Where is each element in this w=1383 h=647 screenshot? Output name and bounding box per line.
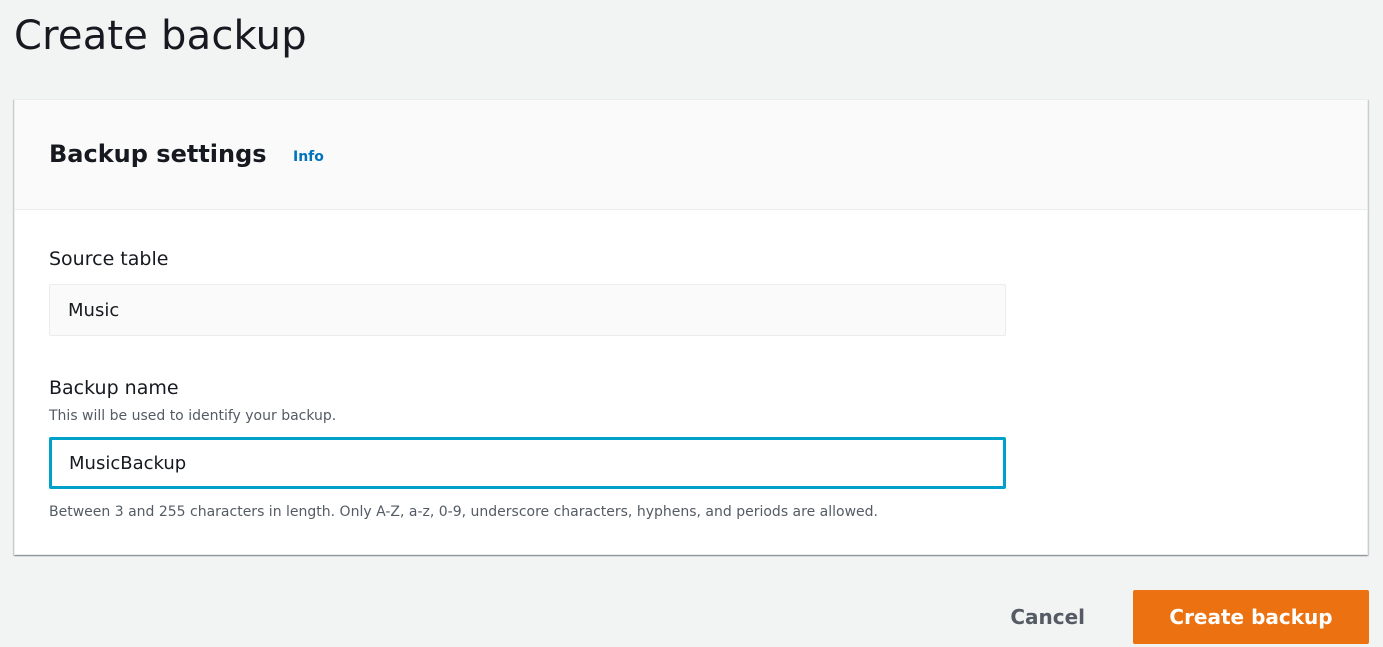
backup-settings-header: Backup settings Info (15, 100, 1367, 210)
create-backup-button[interactable]: Create backup (1133, 590, 1369, 644)
backup-name-constraint: Between 3 and 255 characters in length. … (49, 504, 878, 520)
backup-name-label: Backup name (49, 377, 179, 399)
backup-settings-panel: Backup settings Info Source table Backup… (14, 99, 1368, 555)
source-table-label: Source table (49, 248, 169, 270)
source-table-input[interactable] (49, 284, 1006, 336)
backup-name-description: This will be used to identify your backu… (49, 408, 337, 424)
form-actions: Cancel Create backup (986, 590, 1369, 644)
create-backup-page: Create backup Backup settings Info Sourc… (0, 0, 1383, 647)
page-title: Create backup (14, 13, 307, 59)
backup-name-input[interactable] (49, 437, 1006, 489)
section-title: Backup settings (49, 140, 267, 168)
cancel-button[interactable]: Cancel (986, 590, 1109, 644)
info-link[interactable]: Info (293, 149, 324, 165)
